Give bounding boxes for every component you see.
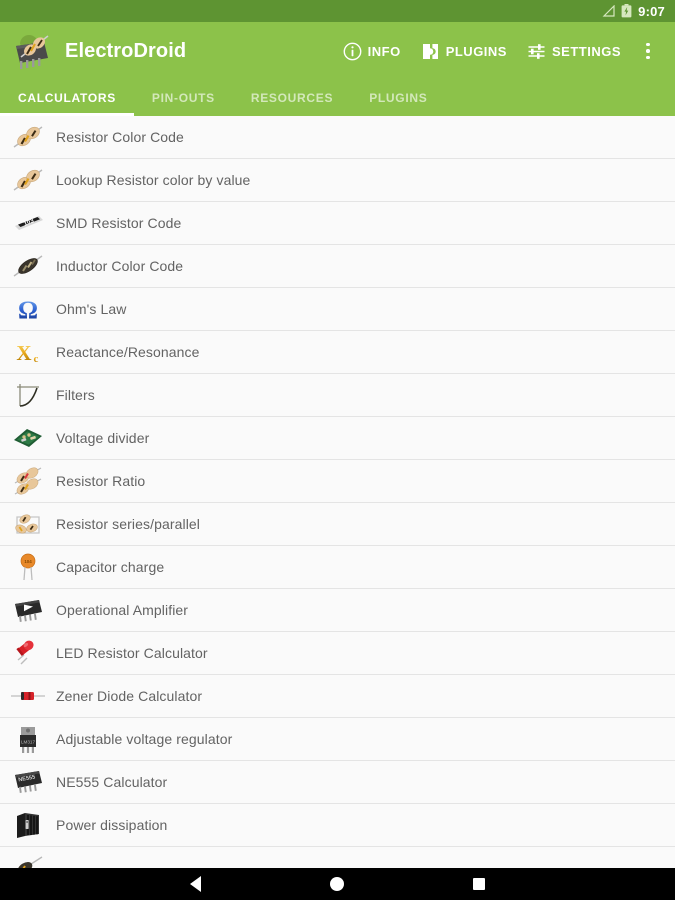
list-item[interactable]: Resistor Ratio [0,460,675,503]
resistor-partial-icon [0,847,56,868]
list-item-label: Resistor Ratio [56,473,146,489]
tab-resources-label: RESOURCES [250,91,334,105]
inductor-icon [0,245,56,288]
zener-diode-icon [0,675,56,718]
info-circle-icon [343,42,362,61]
status-bar-clock: 9:07 [638,3,665,19]
settings-button[interactable]: SETTINGS [517,31,631,71]
plugin-puzzle-icon [421,42,440,61]
list-item-label: Operational Amplifier [56,602,189,618]
list-item[interactable]: Ω Ohm's Law [0,288,675,331]
tab-plugins-label: PLUGINS [369,91,428,105]
pcb-board-icon [0,417,56,460]
app-toolbar: ElectroDroid INFO PLUGINS SETTINGS [0,22,675,80]
list-item-label: SMD Resistor Code [56,215,182,231]
list-item[interactable]: Voltage divider [0,417,675,460]
list-item-label: Filters [56,387,95,403]
tab-plugins[interactable]: PLUGINS [351,80,445,116]
resistor-ratio-icon [0,460,56,503]
signal-triangle-icon [602,5,615,17]
plugins-button-label: PLUGINS [445,43,507,59]
smd-resistor-icon: 103 [0,202,56,245]
list-item-label: NE555 Calculator [56,774,168,790]
plugins-button[interactable]: PLUGINS [411,31,517,71]
home-circle-icon[interactable] [314,868,360,900]
electrodroid-logo-icon [10,30,58,72]
list-item[interactable]: Zener Diode Calculator [0,675,675,718]
led-icon [0,632,56,675]
android-screen: 9:07 ElectroDroid INFO PLUGINS SETTINGS … [0,0,675,900]
svg-text:Ω: Ω [18,297,38,323]
list-item[interactable]: Resistor Color Code [0,116,675,159]
list-item-label: LED Resistor Calculator [56,645,208,661]
list-item[interactable]: LED Resistor Calculator [0,632,675,675]
list-item[interactable]: X c Reactance/Resonance [0,331,675,374]
list-item-label: Zener Diode Calculator [56,688,203,704]
battery-charging-icon [621,4,632,18]
capacitor-icon: 104 [0,546,56,589]
android-navigation-bar [0,868,675,900]
list-item-label: Adjustable voltage regulator [56,731,233,747]
list-item[interactable]: Resistor series/parallel [0,503,675,546]
svg-text:LM317: LM317 [21,740,35,745]
voltage-regulator-icon: LM317 [0,718,56,761]
svg-text:104: 104 [24,559,32,564]
list-item[interactable]: Power dissipation [0,804,675,847]
overflow-menu-icon[interactable] [635,31,661,71]
list-item[interactable]: Filters [0,374,675,417]
info-button[interactable]: INFO [333,31,411,71]
resistor-network-icon [0,503,56,546]
resistor-lookup-icon [0,159,56,202]
toolbar-actions: INFO PLUGINS SETTINGS [333,31,661,71]
list-item-label: Resistor series/parallel [56,516,201,532]
list-item[interactable]: Inductor Color Code [0,245,675,288]
app-title: ElectroDroid [65,39,187,62]
opamp-chip-icon [0,589,56,632]
svg-text:X: X [16,341,31,365]
settings-sliders-icon [527,42,546,61]
svg-text:c: c [34,353,39,365]
filter-curve-icon [0,374,56,417]
list-item-label: Lookup Resistor color by value [56,172,251,188]
tab-bar: CALCULATORS PIN-OUTS RESOURCES PLUGINS [0,80,675,116]
tab-pin-outs-label: PIN-OUTS [151,91,215,105]
list-item-label: Inductor Color Code [56,258,184,274]
tab-resources[interactable]: RESOURCES [233,80,351,116]
list-item[interactable]: 104 Capacitor charge [0,546,675,589]
list-item[interactable] [0,847,675,868]
list-item[interactable]: LM317 Adjustable voltage regulator [0,718,675,761]
tab-pin-outs[interactable]: PIN-OUTS [134,80,233,116]
list-item-label: Ohm's Law [56,301,127,317]
resistor-color-code-icon [0,116,56,159]
app-brand: ElectroDroid [10,30,186,72]
settings-button-label: SETTINGS [551,43,621,59]
list-item-label: Reactance/Resonance [56,344,200,360]
reactance-xc-icon: X c [0,331,56,374]
calculators-list[interactable]: Resistor Color Code Lookup Resistor colo… [0,116,675,868]
list-item[interactable]: 103 SMD Resistor Code [0,202,675,245]
heatsink-icon [0,804,56,847]
list-item-label: Voltage divider [56,430,150,446]
list-item[interactable]: Operational Amplifier [0,589,675,632]
list-item[interactable]: Lookup Resistor color by value [0,159,675,202]
ohm-symbol-icon: Ω [0,288,56,331]
ne555-chip-icon: NE555 [0,761,56,804]
list-item-label: Power dissipation [56,817,168,833]
list-item[interactable]: NE555 NE555 Calculator [0,761,675,804]
recents-square-icon[interactable] [456,868,502,900]
tab-calculators-label: CALCULATORS [18,91,116,105]
list-item-label: Capacitor charge [56,559,165,575]
info-button-label: INFO [367,43,401,59]
status-bar: 9:07 [0,0,675,22]
back-triangle-icon[interactable] [172,868,218,900]
tab-calculators[interactable]: CALCULATORS [0,80,134,116]
list-item-label: Resistor Color Code [56,129,184,145]
